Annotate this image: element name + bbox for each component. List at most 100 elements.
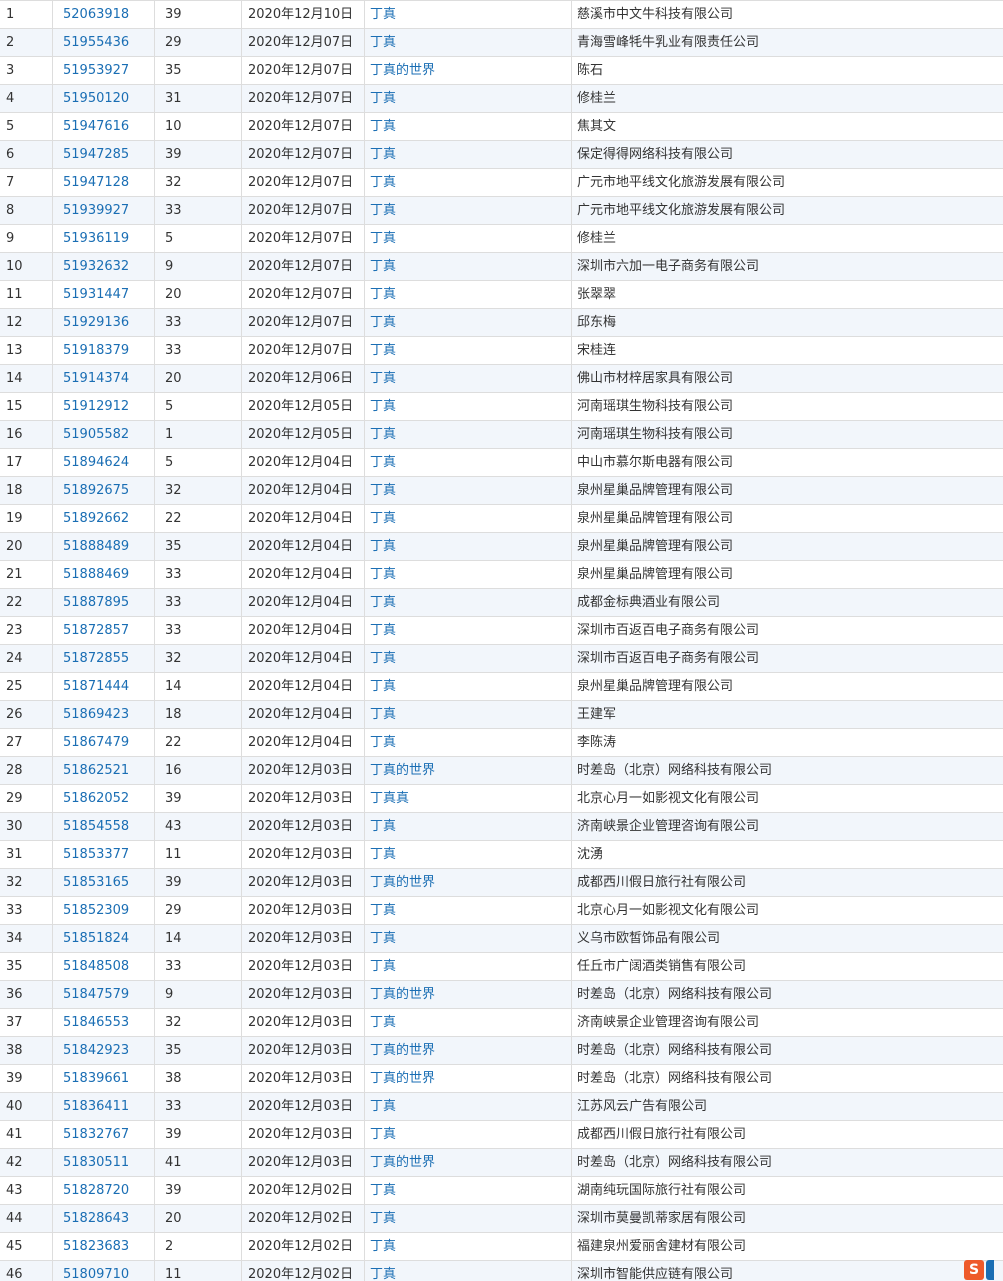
registration-number-link[interactable]: 51905582 (63, 427, 129, 442)
registration-number-link[interactable]: 51823683 (63, 1239, 129, 1254)
registration-number-link[interactable]: 51931447 (63, 287, 129, 302)
registration-number-link[interactable]: 51847579 (63, 987, 129, 1002)
trademark-name-link[interactable]: 丁真 (370, 903, 396, 918)
trademark-name-link[interactable]: 丁真 (370, 399, 396, 414)
table-cell: 51939927 (52, 196, 155, 225)
registration-number-link[interactable]: 51839661 (63, 1071, 129, 1086)
trademark-name-link[interactable]: 丁真的世界 (370, 987, 435, 1002)
trademark-name-link[interactable]: 丁真 (370, 119, 396, 134)
trademark-name-link[interactable]: 丁真 (370, 455, 396, 470)
trademark-name-link[interactable]: 丁真 (370, 147, 396, 162)
registration-number-link[interactable]: 51854558 (63, 819, 129, 834)
registration-number-link[interactable]: 51929136 (63, 315, 129, 330)
trademark-name-link[interactable]: 丁真 (370, 847, 396, 862)
registration-number-link[interactable]: 51862521 (63, 763, 129, 778)
registration-number-link[interactable]: 51947616 (63, 119, 129, 134)
registration-number-link[interactable]: 51888489 (63, 539, 129, 554)
registration-number-link[interactable]: 51950120 (63, 91, 129, 106)
trademark-name-link[interactable]: 丁真 (370, 343, 396, 358)
trademark-name-link[interactable]: 丁真 (370, 287, 396, 302)
registration-number-link[interactable]: 51830511 (63, 1155, 129, 1170)
registration-number-link[interactable]: 51848508 (63, 959, 129, 974)
row-index: 17 (6, 455, 23, 470)
trademark-name-link[interactable]: 丁真 (370, 1183, 396, 1198)
trademark-name-link[interactable]: 丁真 (370, 959, 396, 974)
trademark-name-link[interactable]: 丁真 (370, 203, 396, 218)
trademark-name-link[interactable]: 丁真 (370, 1211, 396, 1226)
registration-number-link[interactable]: 51842923 (63, 1043, 129, 1058)
registration-number-link[interactable]: 51836411 (63, 1099, 129, 1114)
trademark-name-link[interactable]: 丁真 (370, 315, 396, 330)
registration-number-link[interactable]: 51894624 (63, 455, 129, 470)
registration-number-link[interactable]: 51953927 (63, 63, 129, 78)
registration-number-link[interactable]: 51809710 (63, 1267, 129, 1281)
trademark-name-link[interactable]: 丁真 (370, 595, 396, 610)
trademark-name-link[interactable]: 丁真 (370, 35, 396, 50)
trademark-name-link[interactable]: 丁真 (370, 427, 396, 442)
registration-number-link[interactable]: 51872857 (63, 623, 129, 638)
trademark-name-link[interactable]: 丁真 (370, 735, 396, 750)
registration-number-link[interactable]: 51887895 (63, 595, 129, 610)
registration-number-link[interactable]: 51939927 (63, 203, 129, 218)
registration-number-link[interactable]: 51932632 (63, 259, 129, 274)
trademark-name-link[interactable]: 丁真 (370, 371, 396, 386)
registration-number-link[interactable]: 51846553 (63, 1015, 129, 1030)
registration-number-link[interactable]: 51853165 (63, 875, 129, 890)
trademark-name-link[interactable]: 丁真的世界 (370, 1071, 435, 1086)
trademark-name-link[interactable]: 丁真 (370, 1015, 396, 1030)
registration-number-link[interactable]: 51867479 (63, 735, 129, 750)
trademark-name-link[interactable]: 丁真 (370, 567, 396, 582)
registration-number-link[interactable]: 52063918 (63, 7, 129, 22)
trademark-name-link[interactable]: 丁真的世界 (370, 1155, 435, 1170)
trademark-name-link[interactable]: 丁真的世界 (370, 763, 435, 778)
trademark-name-link[interactable]: 丁真真 (370, 791, 409, 806)
trademark-name-link[interactable]: 丁真 (370, 231, 396, 246)
trademark-name-link[interactable]: 丁真 (370, 931, 396, 946)
trademark-name-link[interactable]: 丁真 (370, 259, 396, 274)
sogou-input-icon[interactable]: S (964, 1260, 996, 1281)
registration-number-link[interactable]: 51828643 (63, 1211, 129, 1226)
trademark-name-link[interactable]: 丁真的世界 (370, 1043, 435, 1058)
registration-number-link[interactable]: 51936119 (63, 231, 129, 246)
class-number: 39 (165, 147, 182, 162)
trademark-name-link[interactable]: 丁真 (370, 707, 396, 722)
table-cell: 丁真 (364, 1176, 572, 1205)
trademark-name-link[interactable]: 丁真 (370, 1239, 396, 1254)
registration-number-link[interactable]: 51852309 (63, 903, 129, 918)
registration-number-link[interactable]: 51918379 (63, 343, 129, 358)
trademark-name-link[interactable]: 丁真的世界 (370, 63, 435, 78)
registration-number-link[interactable]: 51912912 (63, 399, 129, 414)
table-cell: 沈湧 (571, 840, 1003, 869)
registration-number-link[interactable]: 51832767 (63, 1127, 129, 1142)
registration-number-link[interactable]: 51892675 (63, 483, 129, 498)
trademark-name-link[interactable]: 丁真 (370, 1099, 396, 1114)
registration-number-link[interactable]: 51947285 (63, 147, 129, 162)
trademark-name-link[interactable]: 丁真 (370, 483, 396, 498)
trademark-name-link[interactable]: 丁真 (370, 91, 396, 106)
trademark-name-link[interactable]: 丁真 (370, 175, 396, 190)
registration-number-link[interactable]: 51888469 (63, 567, 129, 582)
registration-number-link[interactable]: 51851824 (63, 931, 129, 946)
trademark-name-link[interactable]: 丁真 (370, 511, 396, 526)
registration-number-link[interactable]: 51955436 (63, 35, 129, 50)
registration-number-link[interactable]: 51892662 (63, 511, 129, 526)
registration-number-link[interactable]: 51853377 (63, 847, 129, 862)
registration-number-link[interactable]: 51869423 (63, 707, 129, 722)
registration-number-link[interactable]: 51862052 (63, 791, 129, 806)
row-index: 6 (6, 147, 15, 162)
trademark-name-link[interactable]: 丁真 (370, 651, 396, 666)
trademark-name-link[interactable]: 丁真 (370, 7, 396, 22)
applicant-name: 修桂兰 (577, 231, 617, 246)
registration-number-link[interactable]: 51872855 (63, 651, 129, 666)
registration-number-link[interactable]: 51871444 (63, 679, 129, 694)
registration-number-link[interactable]: 51828720 (63, 1183, 129, 1198)
trademark-name-link[interactable]: 丁真 (370, 1267, 396, 1281)
trademark-name-link[interactable]: 丁真 (370, 539, 396, 554)
trademark-name-link[interactable]: 丁真的世界 (370, 875, 435, 890)
trademark-name-link[interactable]: 丁真 (370, 679, 396, 694)
trademark-name-link[interactable]: 丁真 (370, 623, 396, 638)
registration-number-link[interactable]: 51914374 (63, 371, 129, 386)
trademark-name-link[interactable]: 丁真 (370, 1127, 396, 1142)
registration-number-link[interactable]: 51947128 (63, 175, 129, 190)
trademark-name-link[interactable]: 丁真 (370, 819, 396, 834)
